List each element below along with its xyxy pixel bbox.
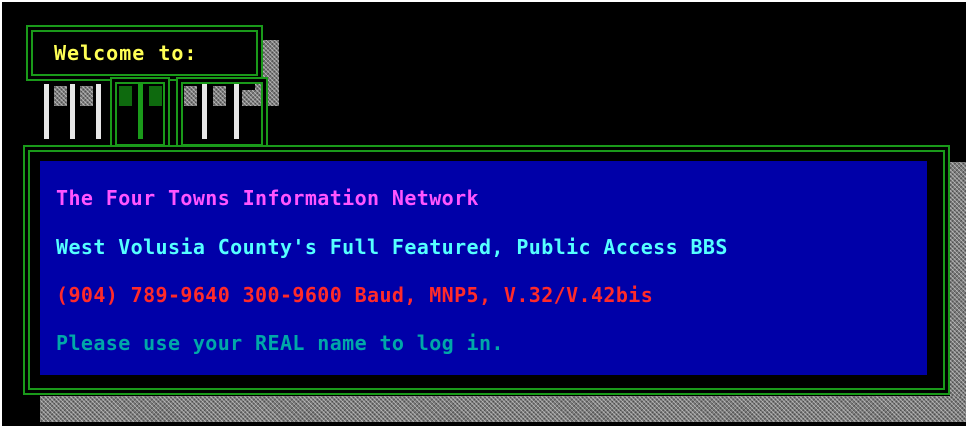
- logo-pillar: [70, 84, 75, 139]
- terminal-screen: Welcome to: The Four Towns Information N…: [2, 2, 966, 426]
- logo-pillar: [234, 84, 239, 139]
- logo-pillar: [138, 84, 143, 139]
- logo-pillar-block: [80, 86, 93, 106]
- logo-pillar-block: [184, 86, 197, 106]
- info-panel-shadow: [40, 396, 966, 422]
- logo-pillar: [96, 84, 101, 139]
- logo-pillar-block: [54, 86, 67, 106]
- logo-pillar-block: [213, 86, 226, 106]
- info-panel-frame: The Four Towns Information Network West …: [23, 145, 950, 395]
- logo-pillar-block: [119, 86, 132, 106]
- logo-pillar: [202, 84, 207, 139]
- login-instruction: Please use your REAL name to log in.: [56, 331, 504, 355]
- network-name: The Four Towns Information Network: [56, 186, 479, 210]
- phone-baud-info: (904) 789-9640 300-9600 Baud, MNP5, V.32…: [56, 283, 654, 307]
- logo-pillar: [44, 84, 49, 139]
- welcome-box: Welcome to:: [26, 25, 263, 81]
- logo-pillar-block: [149, 86, 162, 106]
- info-panel-shadow: [950, 162, 966, 412]
- info-panel: The Four Towns Information Network West …: [40, 161, 927, 375]
- welcome-label: Welcome to:: [54, 41, 198, 65]
- bbs-description: West Volusia County's Full Featured, Pub…: [56, 235, 728, 259]
